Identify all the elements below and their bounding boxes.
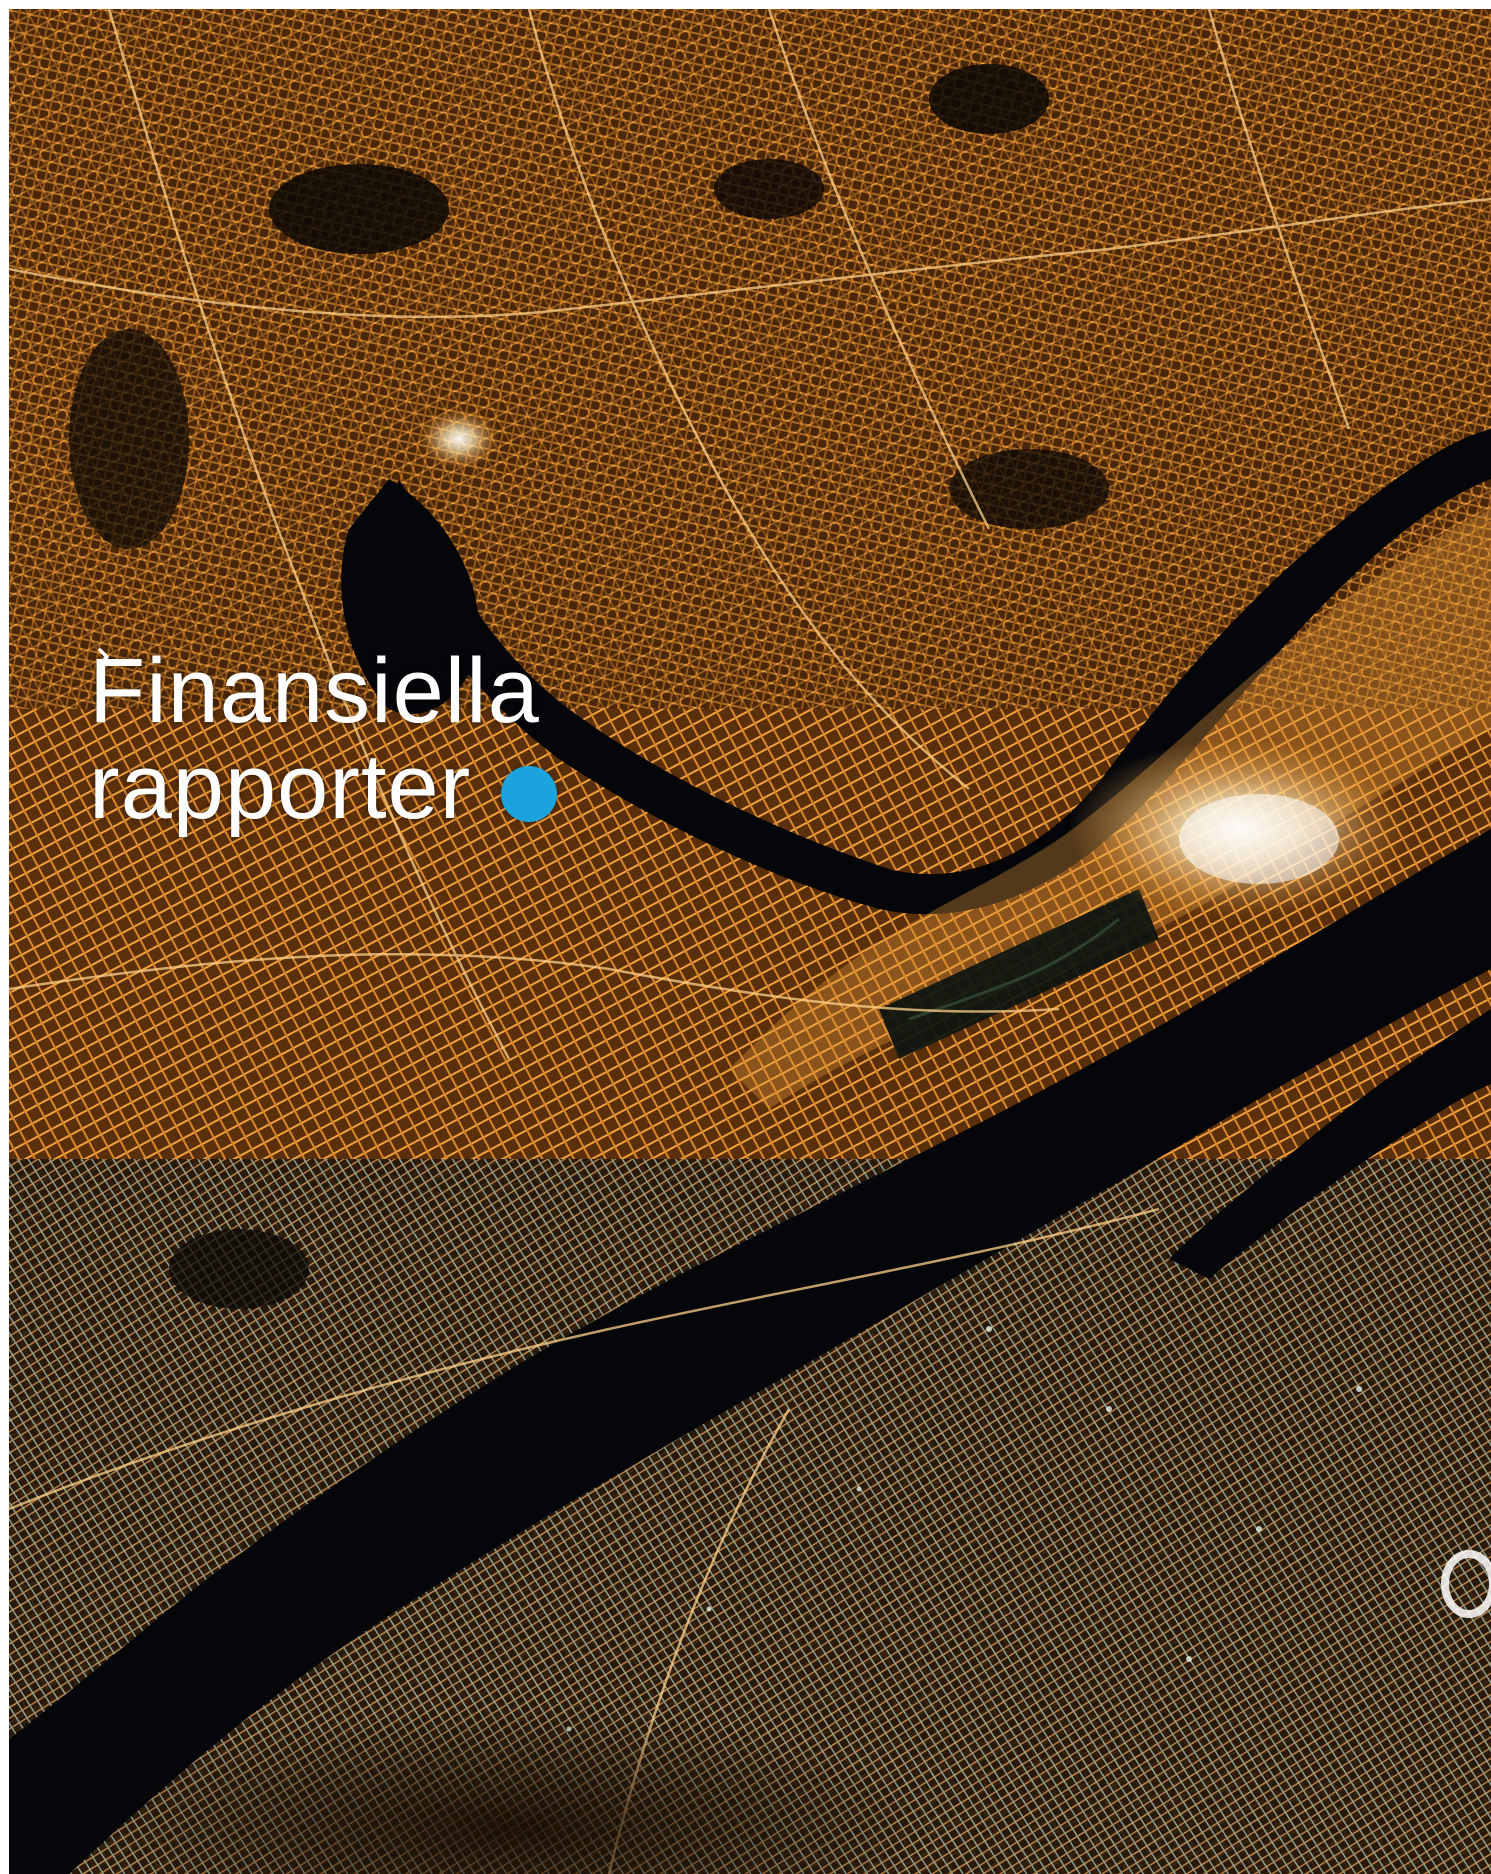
arrow-button[interactable] — [98, 648, 558, 822]
city-lights-illustration — [9, 9, 1491, 1874]
chevron-right-icon — [98, 648, 109, 666]
page: Finansiella rapporter — [0, 0, 1491, 1874]
hero-title-line-1: Finansiella — [89, 640, 540, 742]
hero-title-line-2: rapporter — [89, 736, 472, 838]
hero-title-line-2-row: rapporter — [89, 648, 558, 838]
hero-title: Finansiella rapporter — [89, 640, 558, 838]
hero-image-night-city-aerial: Finansiella rapporter — [9, 9, 1491, 1874]
